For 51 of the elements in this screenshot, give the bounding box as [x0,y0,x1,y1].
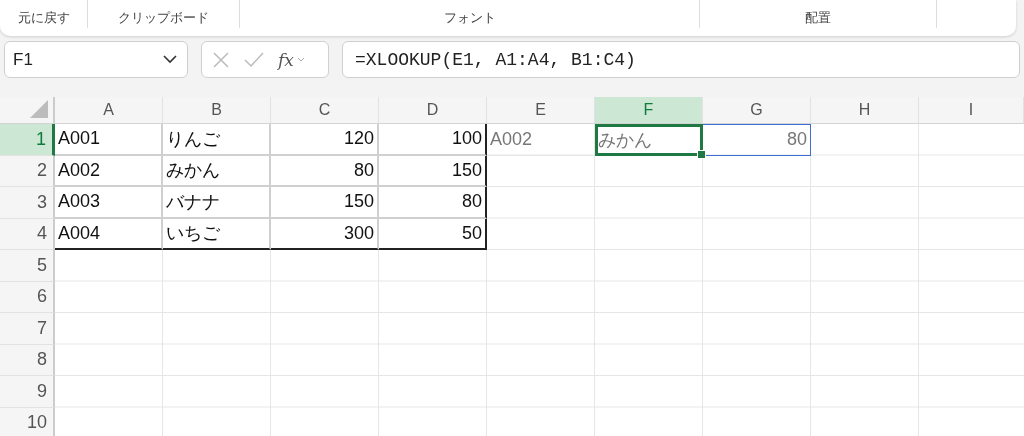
column-header[interactable]: F [595,97,703,124]
cell[interactable]: A004 [55,218,163,250]
formula-field[interactable]: =XLOOKUP(E1, A1:A4, B1:C4) [342,41,1020,78]
cell[interactable]: みかん [163,155,271,187]
cell[interactable]: A003 [55,187,163,219]
cell[interactable]: 80 [703,124,811,156]
chevron-down-icon[interactable] [163,55,177,64]
row-header[interactable]: 10 [0,407,55,436]
cell[interactable]: A002 [55,155,163,187]
column-header[interactable]: A [55,97,163,124]
column-header[interactable]: H [811,97,919,124]
cell[interactable]: 80 [379,187,487,219]
ribbon-group-label: 配置 [805,9,831,27]
row-header[interactable]: 1 [0,124,55,156]
select-all-icon[interactable] [30,100,48,118]
column-header[interactable]: B [163,97,271,124]
fill-handle[interactable] [697,149,706,159]
ribbon-group-label: フォント [443,9,496,27]
insert-function-button[interactable]: fx [278,49,294,70]
cell[interactable]: 100 [379,124,487,156]
cell[interactable]: バナナ [163,187,271,219]
check-icon[interactable] [244,51,264,68]
cell[interactable]: A002 [487,124,595,156]
column-header[interactable]: D [379,97,487,124]
column-header[interactable]: C [271,97,379,124]
row-header[interactable]: 6 [0,281,55,313]
cell[interactable]: A001 [55,124,163,156]
cell-reference: F1 [13,49,33,70]
row-header[interactable]: 9 [0,376,55,408]
cancel-icon[interactable] [212,50,230,69]
cell[interactable]: みかん [595,124,703,156]
column-header[interactable]: I [919,97,1024,124]
row-header[interactable]: 7 [0,313,55,345]
cell[interactable]: 50 [379,218,487,250]
cell[interactable]: 80 [271,155,379,187]
cell[interactable]: 150 [271,187,379,219]
column-header[interactable]: G [703,97,811,124]
cell[interactable]: 150 [379,155,487,187]
row-header[interactable]: 2 [0,155,55,187]
ribbon-group-label: クリップボード [118,9,209,27]
row-header[interactable]: 5 [0,250,55,282]
row-header[interactable]: 4 [0,218,55,250]
ribbon-group-label: 元に戻す [17,9,70,27]
name-box[interactable]: F1 [4,41,188,78]
cell[interactable]: りんご [163,124,271,156]
cell[interactable]: 300 [271,218,379,250]
cell[interactable]: いちご [163,218,271,250]
cell[interactable]: 120 [271,124,379,156]
column-header[interactable]: E [487,97,595,124]
row-header[interactable]: 3 [0,187,55,219]
row-header[interactable]: 8 [0,344,55,376]
